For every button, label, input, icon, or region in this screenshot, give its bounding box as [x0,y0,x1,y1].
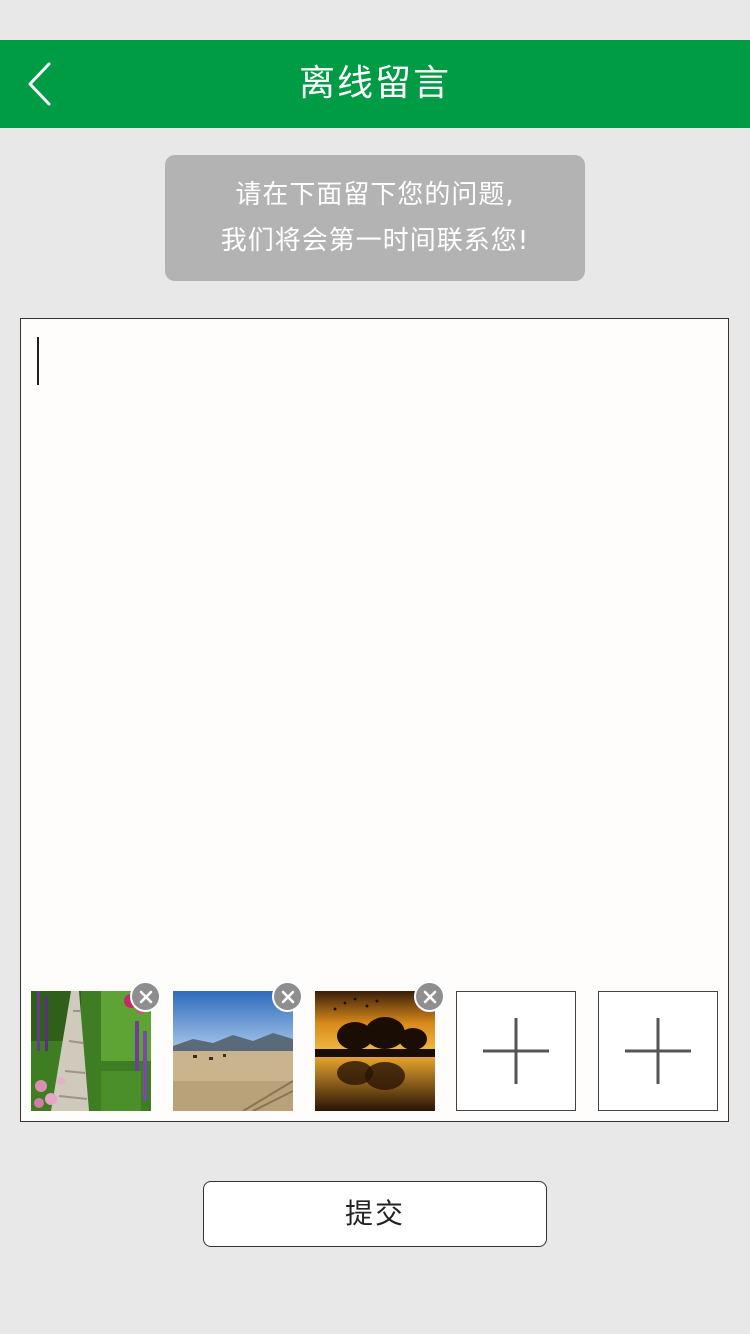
photo-thumbnail[interactable] [315,981,445,1111]
close-icon [423,990,436,1003]
add-photo-button[interactable] [598,991,718,1111]
close-icon [281,990,294,1003]
tip-box: 请在下面留下您的问题, 我们将会第一时间联系您! [165,155,585,281]
plains-mountains-photo [173,991,293,1111]
close-icon [139,990,152,1003]
text-cursor [37,337,39,385]
remove-photo-button[interactable] [130,981,161,1012]
add-photo-button[interactable] [456,991,576,1111]
chevron-left-icon [28,62,51,106]
tip-line-1: 请在下面留下您的问题, [235,180,515,210]
tip-line-2: 我们将会第一时间联系您! [220,226,530,256]
submit-button[interactable]: 提交 [203,1181,547,1247]
nav-bar: 离线留言 [0,40,750,128]
photo-thumbnail[interactable] [31,981,161,1111]
page-title: 离线留言 [298,63,451,104]
sunset-lake-photo [315,991,435,1111]
plus-icon [483,1018,549,1084]
plus-icon [625,1018,691,1084]
garden-path-photo [31,991,151,1111]
remove-photo-button[interactable] [272,981,303,1012]
message-input[interactable] [35,335,715,975]
message-area [20,318,729,1122]
photo-thumbnail[interactable] [173,981,303,1111]
status-bar [0,0,750,40]
back-button[interactable] [10,54,70,114]
remove-photo-button[interactable] [414,981,445,1012]
